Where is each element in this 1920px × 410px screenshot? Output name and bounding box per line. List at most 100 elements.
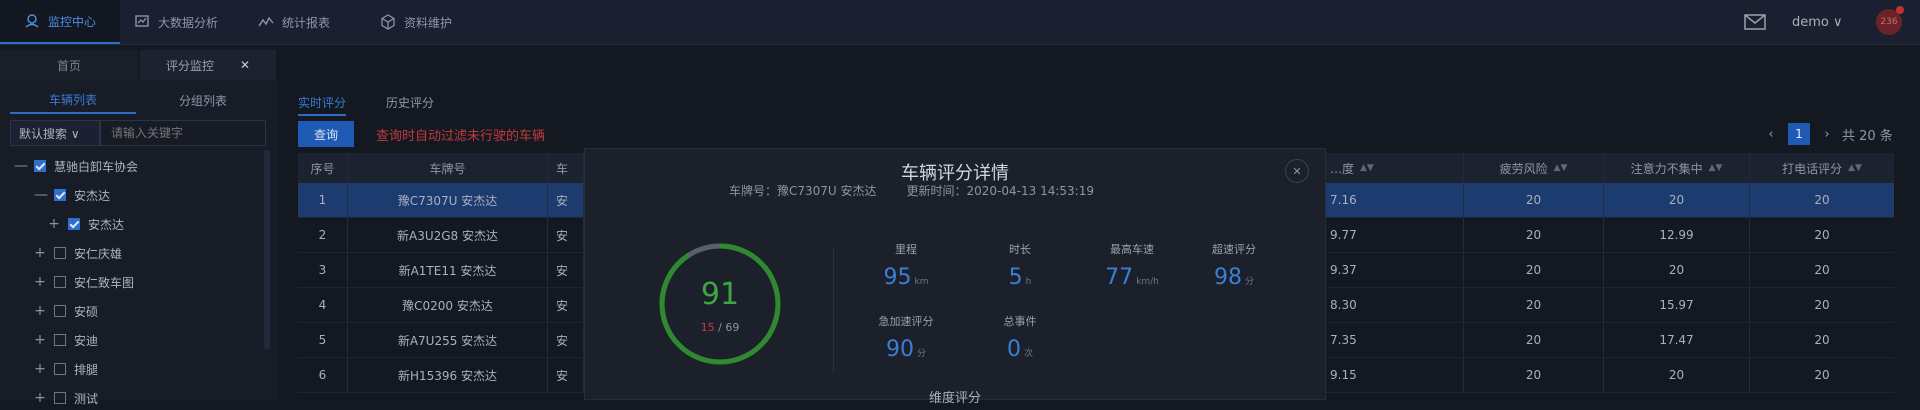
nav-label: 统计报表 bbox=[282, 15, 331, 30]
expand-icon[interactable]: + bbox=[34, 275, 46, 289]
tab-history-score[interactable]: 历史评分 bbox=[386, 90, 434, 114]
tab-home[interactable]: 首页 bbox=[0, 50, 138, 80]
table-cell: 2 bbox=[298, 218, 348, 252]
stat-label: 总事件 bbox=[1003, 315, 1037, 328]
table-cell: 5 bbox=[298, 323, 348, 357]
tree-node[interactable]: + 安迪 bbox=[34, 328, 98, 352]
tree-node[interactable]: + 安硕 bbox=[34, 299, 98, 323]
page-number-button[interactable]: 1 bbox=[1788, 123, 1810, 145]
tree-node[interactable]: — 安杰达 bbox=[34, 183, 110, 207]
search-input[interactable] bbox=[100, 120, 266, 146]
stat-label: 里程 bbox=[895, 243, 917, 256]
stat-value: 0 bbox=[1006, 337, 1021, 362]
col-header-fatigue[interactable]: 疲劳风险 ▲▼ bbox=[1464, 153, 1604, 183]
tree-node[interactable]: + 安杰达 bbox=[48, 212, 124, 236]
collapse-icon[interactable]: — bbox=[14, 159, 28, 173]
col-header-distraction[interactable]: 注意力不集中 ▲▼ bbox=[1604, 153, 1750, 183]
avatar-text: 236 bbox=[1880, 17, 1898, 27]
tree-node[interactable]: + 测试 bbox=[34, 386, 98, 410]
tree-node[interactable]: — 慧驰白卸车协会 bbox=[14, 154, 138, 178]
col-header-vehicle[interactable]: 车 bbox=[548, 153, 584, 183]
rank-current: 15 bbox=[700, 321, 715, 334]
table-cell: 20 bbox=[1464, 358, 1604, 392]
expand-icon[interactable]: + bbox=[34, 391, 46, 405]
sort-icon[interactable]: ▲▼ bbox=[1554, 163, 1568, 173]
table-cell: 新A7U255 安杰达 bbox=[348, 323, 548, 357]
bigdata-icon bbox=[135, 15, 149, 27]
table-cell: 新A3U2G8 安杰达 bbox=[348, 218, 548, 252]
pagination: ‹ 1 › 共 20 条 bbox=[1760, 121, 1893, 147]
modal-divider bbox=[833, 247, 834, 373]
mail-button[interactable] bbox=[1744, 0, 1766, 44]
user-menu[interactable]: demo ∨ bbox=[1792, 0, 1843, 44]
sidebar-scrollbar[interactable] bbox=[264, 150, 270, 350]
header-label: 车牌号 bbox=[429, 161, 466, 176]
top-navbar: 监控中心 大数据分析 统计报表 资料维护 demo ∨ 236 bbox=[0, 0, 1920, 45]
table-cell: 安 bbox=[548, 218, 584, 252]
tab-label: 车辆列表 bbox=[48, 92, 97, 107]
header-label: 车 bbox=[556, 161, 569, 176]
sort-icon[interactable]: ▲▼ bbox=[1709, 163, 1723, 173]
tab-score-monitor[interactable]: 评分监控 ✕ bbox=[140, 50, 276, 80]
tab-label: 分组列表 bbox=[178, 93, 227, 108]
col-header-index[interactable]: 序号 bbox=[298, 153, 348, 183]
nav-item-bigdata[interactable]: 大数据分析 bbox=[134, 0, 218, 44]
tab-label: 首页 bbox=[56, 58, 81, 73]
table-cell: 20 bbox=[1814, 298, 1830, 312]
tree-checkbox[interactable] bbox=[54, 189, 66, 201]
close-button[interactable]: ✕ bbox=[1285, 159, 1309, 183]
col-header-plate[interactable]: 车牌号 bbox=[348, 153, 548, 183]
table-cell: 新A1TE11 安杰达 bbox=[348, 253, 548, 287]
tree-checkbox[interactable] bbox=[54, 392, 66, 404]
tab-vehicle-list[interactable]: 车辆列表 bbox=[10, 86, 136, 114]
table-cell: 4 bbox=[298, 288, 348, 322]
tab-label: 评分监控 bbox=[165, 58, 214, 73]
tree-checkbox[interactable] bbox=[34, 160, 46, 172]
tree-node[interactable]: + 排腿 bbox=[34, 357, 98, 381]
search-mode-select[interactable]: 默认搜索 ∨ bbox=[10, 120, 100, 146]
collapse-icon[interactable]: — bbox=[34, 188, 48, 202]
prev-page-button[interactable]: ‹ bbox=[1760, 127, 1782, 142]
col-header-phone[interactable]: 打电话评分 ▲▼ bbox=[1750, 153, 1894, 183]
nav-item-maintenance[interactable]: 资料维护 bbox=[380, 0, 452, 44]
sort-icon[interactable]: ▲▼ bbox=[1360, 163, 1374, 173]
table-cell: 3 bbox=[298, 253, 348, 287]
header-label: …度 bbox=[1330, 161, 1355, 176]
tree-checkbox[interactable] bbox=[54, 305, 66, 317]
expand-icon[interactable]: + bbox=[48, 217, 60, 231]
expand-icon[interactable]: + bbox=[34, 304, 46, 318]
stat-overspeed-score: 超速评分 98 分 bbox=[1179, 241, 1289, 290]
expand-icon[interactable]: + bbox=[34, 362, 46, 376]
tree-node[interactable]: + 安仁致车图 bbox=[34, 270, 134, 294]
tree-checkbox[interactable] bbox=[54, 363, 66, 375]
tree-checkbox[interactable] bbox=[54, 334, 66, 346]
stat-value: 5 bbox=[1008, 265, 1023, 290]
tree-node-label: 慧驰白卸车协会 bbox=[54, 159, 139, 174]
modal-subtitle: 车牌号：豫C7307U 安杰达 更新时间：2020-04-13 14:53:19 bbox=[729, 181, 1094, 199]
tree-checkbox[interactable] bbox=[54, 247, 66, 259]
nav-item-monitor[interactable]: 监控中心 bbox=[0, 0, 120, 44]
expand-icon[interactable]: + bbox=[34, 246, 46, 260]
stat-total-events: 总事件 0次 bbox=[965, 313, 1075, 362]
sort-icon[interactable]: ▲▼ bbox=[1848, 163, 1862, 173]
stat-value: 77 bbox=[1105, 265, 1134, 290]
tree-checkbox[interactable] bbox=[54, 276, 66, 288]
expand-icon[interactable]: + bbox=[34, 333, 46, 347]
total-count: 共 20 条 bbox=[1842, 128, 1893, 144]
stat-label: 急加速评分 bbox=[878, 315, 934, 328]
table-cell: 20 bbox=[1814, 333, 1830, 347]
tree-node[interactable]: + 安仁庆雄 bbox=[34, 241, 122, 265]
nav-item-reports[interactable]: 统计报表 bbox=[258, 0, 330, 44]
tree-checkbox[interactable] bbox=[68, 218, 80, 230]
table-cell: 安 bbox=[548, 358, 584, 392]
query-button[interactable]: 查询 bbox=[298, 121, 354, 147]
table-cell: 9.37 bbox=[1322, 253, 1464, 287]
col-header-speed-score[interactable]: …度 ▲▼ bbox=[1322, 153, 1464, 183]
avatar-button[interactable]: 236 bbox=[1876, 0, 1904, 44]
tab-realtime-score[interactable]: 实时评分 bbox=[298, 90, 347, 116]
close-icon[interactable]: ✕ bbox=[240, 58, 250, 72]
next-page-button[interactable]: › bbox=[1816, 127, 1838, 142]
update-time: 更新时间：2020-04-13 14:53:19 bbox=[906, 183, 1094, 198]
tree-node-label: 安仁致车图 bbox=[74, 275, 135, 290]
tab-group-list[interactable]: 分组列表 bbox=[140, 86, 266, 114]
